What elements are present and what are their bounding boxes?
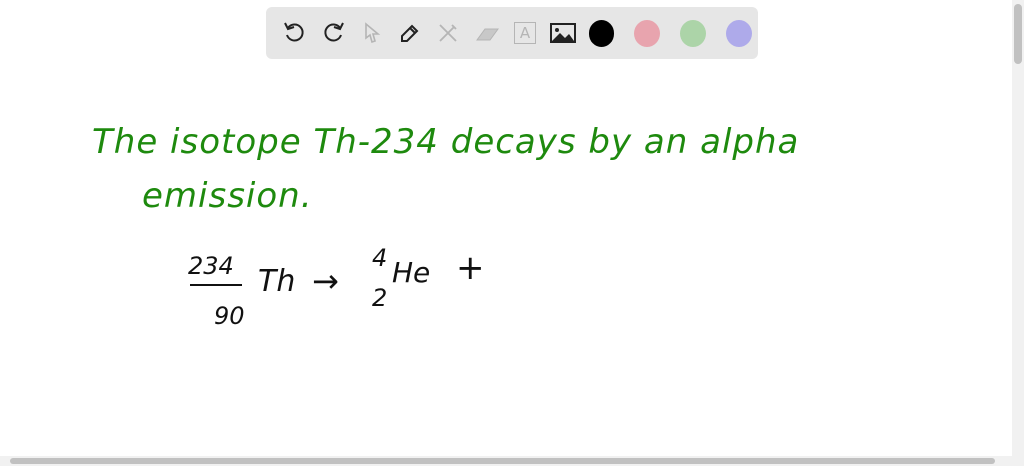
arrow: → bbox=[312, 262, 339, 300]
redo-icon bbox=[324, 22, 345, 42]
color-pink[interactable] bbox=[634, 19, 661, 47]
undo-icon bbox=[284, 22, 304, 42]
text-tool[interactable]: A bbox=[506, 13, 544, 53]
image-tool[interactable] bbox=[544, 13, 582, 53]
color-purple[interactable] bbox=[726, 19, 752, 47]
drawing-toolbar: A bbox=[266, 7, 758, 59]
image-icon bbox=[550, 23, 577, 43]
he-symbol: He bbox=[392, 256, 431, 289]
cursor-icon bbox=[364, 22, 380, 44]
th-symbol: Th bbox=[258, 264, 296, 299]
eraser-icon bbox=[475, 28, 499, 41]
vertical-scrollbar[interactable] bbox=[1012, 0, 1024, 466]
plus-sign: + bbox=[456, 248, 485, 288]
vertical-scroll-thumb[interactable] bbox=[1014, 4, 1022, 64]
color-black[interactable] bbox=[588, 19, 615, 47]
redo-button[interactable] bbox=[314, 13, 352, 53]
he-mass-number: 4 bbox=[372, 244, 388, 272]
th-mass-number: 234 bbox=[188, 252, 234, 280]
eraser-tool[interactable] bbox=[468, 13, 506, 53]
horizontal-scroll-thumb[interactable] bbox=[10, 458, 995, 464]
he-atomic-number: 2 bbox=[372, 284, 388, 312]
handwritten-line-2: emission. bbox=[142, 176, 313, 216]
select-tool[interactable] bbox=[353, 13, 391, 53]
tools-button[interactable] bbox=[429, 13, 467, 53]
handwritten-line-1: The isotope Th-234 decays by an alpha bbox=[92, 122, 800, 162]
color-green[interactable] bbox=[680, 19, 707, 47]
text-icon: A bbox=[514, 22, 537, 44]
fraction-line bbox=[190, 284, 242, 286]
tools-icon bbox=[439, 24, 458, 42]
undo-button[interactable] bbox=[276, 13, 314, 53]
pen-tool[interactable] bbox=[391, 13, 429, 53]
th-atomic-number: 90 bbox=[214, 302, 245, 330]
pen-icon bbox=[401, 24, 419, 42]
horizontal-scrollbar[interactable] bbox=[0, 456, 1012, 466]
